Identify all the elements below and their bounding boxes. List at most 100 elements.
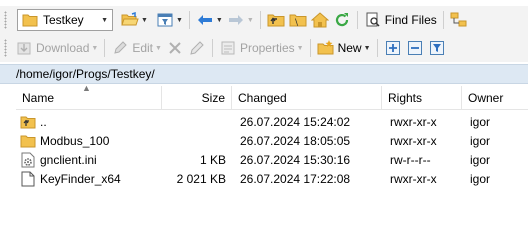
new-folder-icon — [317, 39, 335, 57]
file-size: 1 KB — [199, 152, 226, 167]
path-bar[interactable]: /home/igor/Progs/Testkey/ — [0, 64, 528, 84]
edit-label: Edit — [132, 41, 153, 55]
chevron-down-icon: ▼ — [155, 44, 162, 52]
separator — [309, 39, 311, 57]
download-button[interactable]: Download ▼ — [13, 37, 100, 59]
find-files-label: Find Files — [384, 13, 437, 27]
file-owner: igor — [470, 152, 491, 167]
new-label: New — [337, 41, 362, 55]
column-header-owner[interactable]: Owner — [462, 86, 526, 110]
forward-button[interactable]: ▼ — [225, 9, 256, 31]
chevron-down-icon: ▼ — [296, 44, 304, 52]
table-row[interactable]: gnclient.ini 1 KB 26.07.2024 15:30:16 rw… — [16, 150, 528, 169]
folder-icon — [21, 11, 39, 29]
arrow-right-icon — [227, 11, 245, 29]
open-directory-button[interactable]: ▼ — [119, 9, 150, 31]
plus-icon — [384, 39, 402, 57]
file-rights: rwxr-xr-x — [390, 171, 437, 186]
filter-select-button[interactable] — [426, 37, 448, 59]
table-row[interactable]: .. 26.07.2024 15:24:02 rwxr-xr-x igor — [16, 112, 528, 131]
column-header-changed[interactable]: Changed — [232, 85, 382, 110]
toolbar-grip[interactable] — [4, 11, 7, 29]
chevron-down-icon: ▼ — [101, 16, 108, 24]
find-files-icon — [364, 11, 382, 29]
separator — [211, 39, 213, 57]
chevron-down-icon: ▼ — [215, 16, 223, 24]
rename-button[interactable] — [186, 37, 208, 59]
separator — [188, 11, 190, 29]
drive-combo[interactable]: Testkey ▼ — [17, 9, 113, 31]
edit-button[interactable]: Edit ▼ — [109, 37, 164, 59]
chevron-down-icon: ▼ — [91, 44, 99, 52]
separator — [376, 39, 378, 57]
file-name: .. — [40, 114, 47, 129]
arrow-left-icon — [196, 11, 214, 29]
current-path: /home/igor/Progs/Testkey/ — [16, 67, 155, 81]
file-owner: igor — [470, 114, 491, 129]
home-icon — [310, 11, 329, 29]
parent-folder-icon — [267, 11, 285, 29]
table-row[interactable]: KeyFinder_x64 2 021 KB 26.07.2024 17:22:… — [16, 169, 528, 188]
tree-view-button[interactable] — [448, 9, 470, 31]
home-directory-button[interactable] — [309, 9, 331, 31]
separator — [442, 11, 444, 29]
back-button[interactable]: ▼ — [194, 9, 225, 31]
rename-icon — [188, 39, 206, 57]
unselect-button[interactable] — [404, 37, 426, 59]
chevron-down-icon: ▼ — [175, 16, 183, 24]
filter-button[interactable]: ▼ — [154, 9, 185, 31]
open-folder-icon — [121, 11, 139, 29]
file-owner: igor — [470, 171, 491, 186]
parent-folder-icon — [20, 114, 36, 130]
file-icon — [20, 171, 36, 187]
file-list: ▲ Name Size Changed Rights Owner .. 26.0… — [16, 83, 528, 188]
root-directory-button[interactable]: \ — [287, 9, 309, 31]
refresh-icon — [333, 11, 351, 29]
column-header-rights[interactable]: Rights — [382, 85, 462, 110]
separator — [356, 11, 358, 29]
refresh-button[interactable] — [331, 9, 353, 31]
toolbar-grip[interactable] — [4, 39, 7, 57]
file-toolbar: Download ▼ Edit ▼ Properties ▼ New ▼ — [0, 34, 528, 62]
drive-combo-value: Testkey — [43, 13, 84, 27]
settings-file-icon — [20, 152, 36, 168]
tree-icon — [450, 11, 468, 29]
file-changed: 26.07.2024 15:30:16 — [240, 152, 351, 167]
separator — [104, 39, 106, 57]
minus-icon — [406, 39, 424, 57]
download-icon — [15, 39, 33, 57]
column-header-size[interactable]: Size — [162, 85, 232, 110]
properties-button[interactable]: Properties ▼ — [217, 37, 306, 59]
close-icon — [166, 39, 184, 57]
file-rights: rw-r--r-- — [390, 152, 431, 167]
file-rights: rwxr-xr-x — [390, 133, 437, 148]
navigation-toolbar: Testkey ▼ ▼ ▼ ▼ ▼ \ Find Files — [0, 6, 528, 34]
chevron-down-icon: ▼ — [246, 16, 254, 24]
file-name: gnclient.ini — [40, 152, 97, 167]
folder-icon — [20, 133, 36, 149]
filter-icon — [428, 39, 446, 57]
sort-ascending-icon: ▲ — [82, 83, 91, 93]
properties-icon — [219, 39, 237, 57]
filter-icon — [156, 11, 174, 29]
chevron-down-icon: ▼ — [363, 44, 371, 52]
select-button[interactable] — [382, 37, 404, 59]
file-changed: 26.07.2024 17:22:08 — [240, 171, 351, 186]
file-owner: igor — [470, 133, 491, 148]
edit-icon — [111, 39, 129, 57]
separator — [259, 11, 261, 29]
table-row[interactable]: Modbus_100 26.07.2024 18:05:05 rwxr-xr-x… — [16, 131, 528, 150]
chevron-down-icon: ▼ — [141, 16, 148, 24]
file-size: 2 021 KB — [176, 171, 226, 186]
find-files-button[interactable]: Find Files — [362, 9, 439, 31]
file-name: Modbus_100 — [40, 133, 110, 148]
new-button[interactable]: New ▼ — [315, 37, 373, 59]
file-rights: rwxr-xr-x — [390, 114, 437, 129]
parent-directory-button[interactable] — [265, 9, 287, 31]
root-folder-icon: \ — [289, 11, 307, 29]
delete-button[interactable] — [164, 37, 186, 59]
file-changed: 26.07.2024 18:05:05 — [240, 133, 351, 148]
column-header-row: ▲ Name Size Changed Rights Owner — [16, 83, 528, 110]
file-changed: 26.07.2024 15:24:02 — [240, 114, 351, 129]
properties-label: Properties — [239, 41, 295, 55]
